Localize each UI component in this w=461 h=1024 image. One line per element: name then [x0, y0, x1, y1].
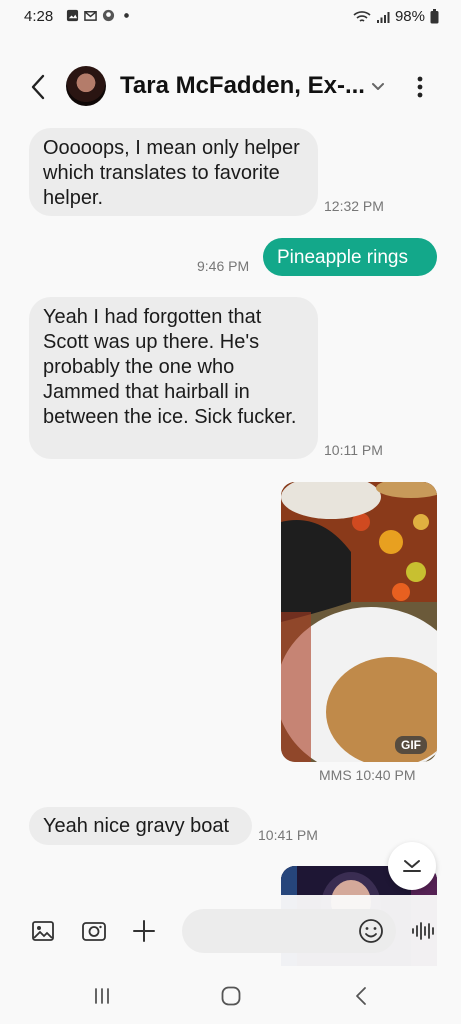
contact-name[interactable]: Tara McFadden, Ex-...	[120, 72, 365, 100]
wifi-icon	[353, 10, 371, 22]
system-back-button[interactable]	[345, 982, 377, 1010]
camera-icon	[82, 922, 106, 941]
gallery-button[interactable]	[29, 917, 57, 945]
home-button[interactable]	[215, 982, 247, 1010]
plus-icon	[133, 920, 155, 942]
attach-button[interactable]	[130, 917, 158, 945]
home-icon	[221, 986, 241, 1006]
message-timestamp: 12:32 PM	[324, 198, 384, 214]
emoji-icon	[359, 919, 383, 943]
incoming-message[interactable]: Yeah I had forgotten that Scott was up t…	[29, 297, 318, 459]
status-right: 98%	[353, 8, 439, 25]
more-options-button[interactable]	[406, 72, 434, 102]
compose-bar	[0, 895, 461, 967]
system-nav-bar	[0, 968, 461, 1024]
emoji-button[interactable]	[357, 917, 385, 945]
chevron-down-icon	[403, 860, 421, 872]
app-notification-icon	[102, 9, 115, 22]
camera-button[interactable]	[80, 917, 108, 945]
message-timestamp: MMS 10:40 PM	[319, 767, 416, 783]
waveform-icon	[412, 922, 434, 940]
scroll-to-bottom-button[interactable]	[388, 842, 436, 890]
gif-message[interactable]: GIF	[281, 482, 437, 762]
status-bar: 4:28 98%	[0, 0, 461, 34]
outgoing-message[interactable]: Pineapple rings	[263, 238, 437, 276]
conversation-header: Tara McFadden, Ex-...	[0, 58, 461, 116]
back-arrow-icon	[356, 987, 366, 1005]
back-arrow-icon	[31, 74, 45, 100]
image-icon	[32, 921, 54, 941]
gif-badge: GIF	[395, 736, 427, 754]
battery-icon	[430, 9, 439, 24]
signal-icon	[376, 11, 390, 23]
incoming-message[interactable]: Yeah nice gravy boat	[29, 807, 252, 845]
status-time: 4:28	[24, 8, 54, 25]
gif-image	[281, 482, 437, 762]
gallery-notification-icon	[66, 9, 79, 22]
contact-avatar[interactable]	[66, 66, 106, 106]
notification-icons	[66, 9, 133, 22]
gmail-notification-icon	[84, 11, 97, 21]
recent-apps-icon	[95, 988, 109, 1004]
message-timestamp: 10:41 PM	[258, 827, 318, 843]
incoming-message[interactable]: Ooooops, I mean only helper which transl…	[29, 128, 318, 216]
recent-apps-button[interactable]	[86, 982, 118, 1010]
more-vertical-icon	[417, 76, 423, 98]
battery-percent: 98%	[394, 8, 425, 25]
dot-icon	[124, 13, 129, 18]
back-button[interactable]	[24, 72, 52, 102]
message-timestamp: 10:11 PM	[324, 442, 383, 458]
chevron-down-icon[interactable]	[368, 76, 388, 96]
message-timestamp: 9:46 PM	[197, 258, 250, 274]
voice-record-button[interactable]	[408, 915, 440, 947]
